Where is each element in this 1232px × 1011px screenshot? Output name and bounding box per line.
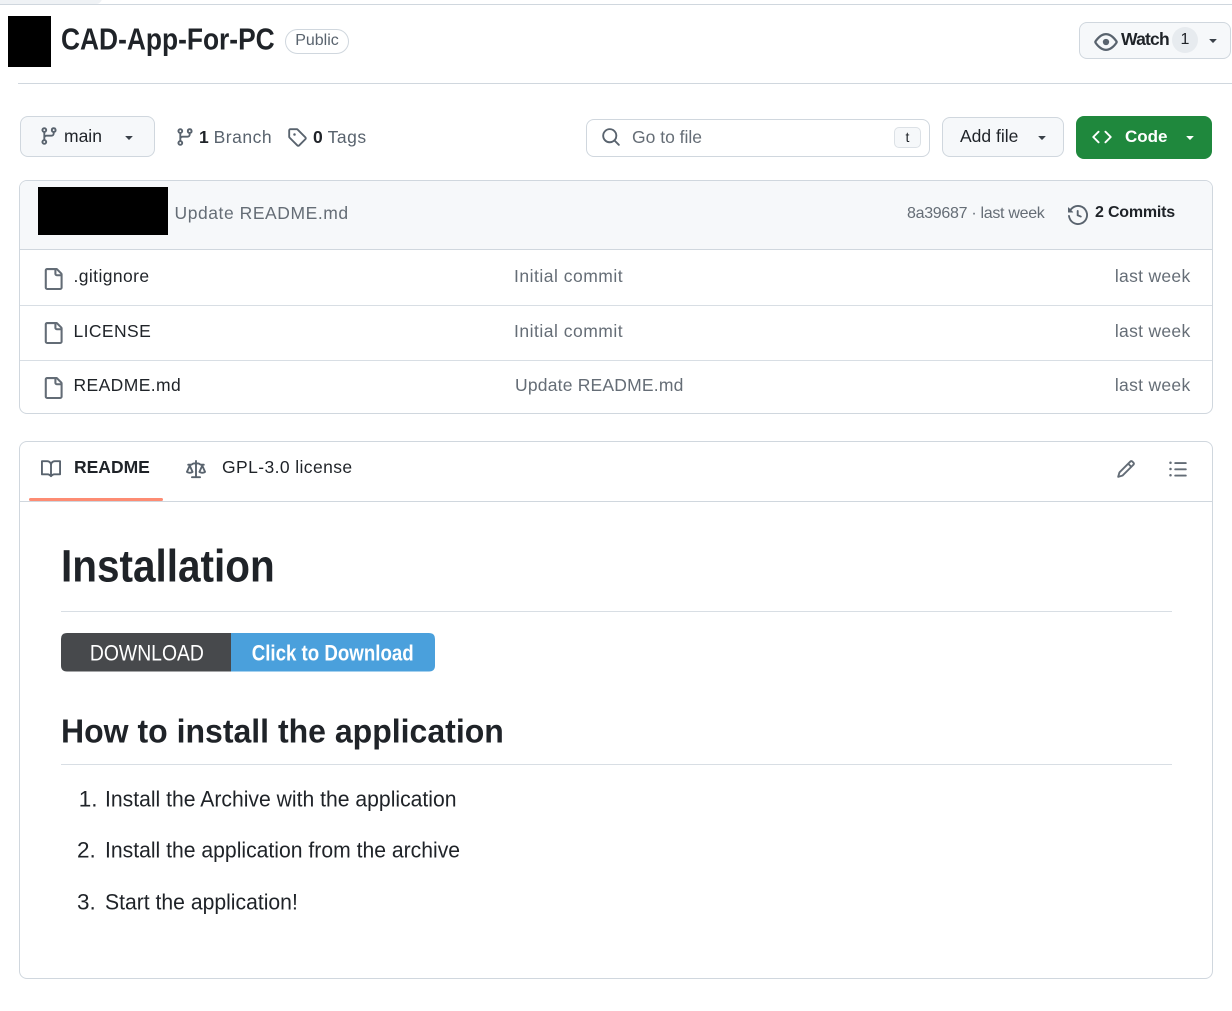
svg-text:Click to Download: Click to Download xyxy=(251,640,413,665)
svg-text:DOWNLOAD: DOWNLOAD xyxy=(89,640,203,665)
